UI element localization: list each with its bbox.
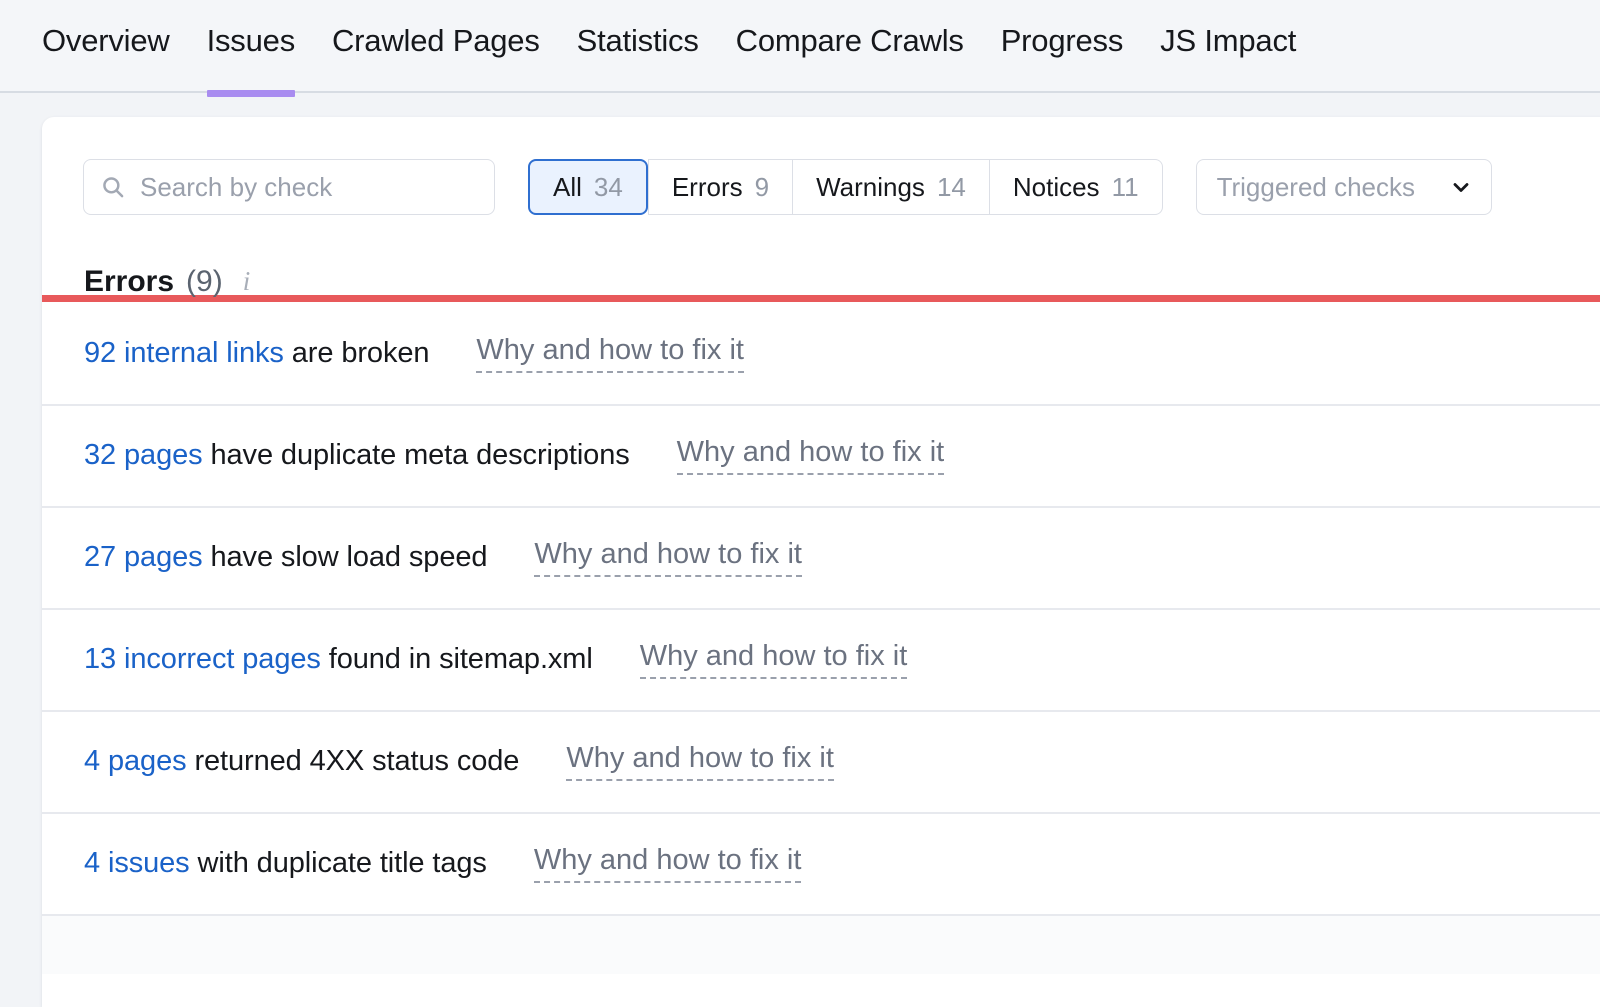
issue-description: found in sitemap.xml (321, 643, 593, 675)
issue-description: are broken (284, 337, 430, 369)
errors-section-count: (9) (186, 265, 223, 299)
filter-errors-label: Errors (672, 172, 743, 203)
filter-all-count: 34 (594, 172, 623, 203)
table-row[interactable]: 92 internal links are broken Why and how… (42, 302, 1600, 404)
errors-section-header: Errors (9) i (42, 215, 1600, 295)
tab-progress[interactable]: Progress (1001, 23, 1123, 97)
info-icon[interactable]: i (243, 266, 251, 297)
fix-it-link[interactable]: Why and how to fix it (534, 538, 802, 577)
tab-compare-crawls-label: Compare Crawls (736, 23, 964, 58)
issue-count-link[interactable]: 13 incorrect pages (84, 643, 321, 675)
main-tab-bar: Overview Issues Crawled Pages Statistics… (0, 0, 1600, 93)
fix-it-link[interactable]: Why and how to fix it (640, 640, 908, 679)
issue-description: returned 4XX status code (187, 745, 520, 777)
issue-count-link[interactable]: 92 internal links (84, 337, 284, 369)
issue-count-link[interactable]: 27 pages (84, 541, 203, 573)
tab-overview[interactable]: Overview (42, 23, 170, 97)
filter-warnings-label: Warnings (816, 172, 925, 203)
issue-text: 4 issues with duplicate title tags (84, 847, 487, 880)
issue-description: have slow load speed (203, 541, 488, 573)
issue-text: 4 pages returned 4XX status code (84, 745, 519, 778)
filter-errors[interactable]: Errors 9 (648, 159, 793, 215)
issues-list: 92 internal links are broken Why and how… (42, 302, 1600, 974)
filter-notices-label: Notices (1013, 172, 1100, 203)
issue-text: 13 incorrect pages found in sitemap.xml (84, 643, 593, 676)
issue-count-link[interactable]: 32 pages (84, 439, 203, 471)
tab-crawled-pages[interactable]: Crawled Pages (332, 23, 540, 97)
fix-it-link[interactable]: Why and how to fix it (677, 436, 945, 475)
tab-issues-label: Issues (207, 23, 295, 58)
issue-description: have duplicate meta descriptions (203, 439, 630, 471)
table-row[interactable]: 27 pages have slow load speed Why and ho… (42, 506, 1600, 608)
fix-it-link[interactable]: Why and how to fix it (476, 334, 744, 373)
tab-js-impact[interactable]: JS Impact (1160, 23, 1296, 97)
issue-count-link[interactable]: 4 pages (84, 745, 187, 777)
filter-notices[interactable]: Notices 11 (990, 159, 1163, 215)
chevron-down-icon (1449, 175, 1473, 199)
fix-it-link[interactable]: Why and how to fix it (566, 742, 834, 781)
search-box[interactable] (83, 159, 495, 215)
filter-all[interactable]: All 34 (528, 159, 648, 215)
tab-progress-label: Progress (1001, 23, 1123, 58)
tab-issues[interactable]: Issues (207, 23, 295, 97)
table-row-partial[interactable] (42, 914, 1600, 974)
filter-warnings-count: 14 (937, 172, 966, 203)
issue-count-link[interactable]: 4 issues (84, 847, 190, 879)
issues-card: All 34 Errors 9 Warnings 14 Notices 11 T… (42, 117, 1600, 1007)
search-input[interactable] (140, 172, 478, 203)
errors-section-title: Errors (84, 265, 174, 299)
severity-filter-group: All 34 Errors 9 Warnings 14 Notices 11 (528, 159, 1163, 215)
issue-text: 92 internal links are broken (84, 337, 429, 370)
tab-compare-crawls[interactable]: Compare Crawls (736, 23, 964, 97)
tab-crawled-pages-label: Crawled Pages (332, 23, 540, 58)
issue-text: 32 pages have duplicate meta description… (84, 439, 630, 472)
table-row[interactable]: 4 issues with duplicate title tags Why a… (42, 812, 1600, 914)
triggered-checks-dropdown[interactable]: Triggered checks (1196, 159, 1492, 215)
filter-errors-count: 9 (755, 172, 769, 203)
table-row[interactable]: 32 pages have duplicate meta description… (42, 404, 1600, 506)
fix-it-link[interactable]: Why and how to fix it (534, 844, 802, 883)
errors-severity-bar (42, 295, 1600, 302)
table-row[interactable]: 13 incorrect pages found in sitemap.xml … (42, 608, 1600, 710)
table-row[interactable]: 4 pages returned 4XX status code Why and… (42, 710, 1600, 812)
triggered-checks-label: Triggered checks (1217, 172, 1415, 203)
search-icon (100, 174, 126, 200)
tab-statistics-label: Statistics (577, 23, 699, 58)
filter-notices-count: 11 (1112, 172, 1139, 203)
tab-js-impact-label: JS Impact (1160, 23, 1296, 58)
filter-all-label: All (553, 172, 582, 203)
issues-toolbar: All 34 Errors 9 Warnings 14 Notices 11 T… (42, 117, 1600, 215)
issue-text: 27 pages have slow load speed (84, 541, 487, 574)
filter-warnings[interactable]: Warnings 14 (793, 159, 990, 215)
issue-description: with duplicate title tags (190, 847, 487, 879)
tab-statistics[interactable]: Statistics (577, 23, 699, 97)
tab-overview-label: Overview (42, 23, 170, 58)
